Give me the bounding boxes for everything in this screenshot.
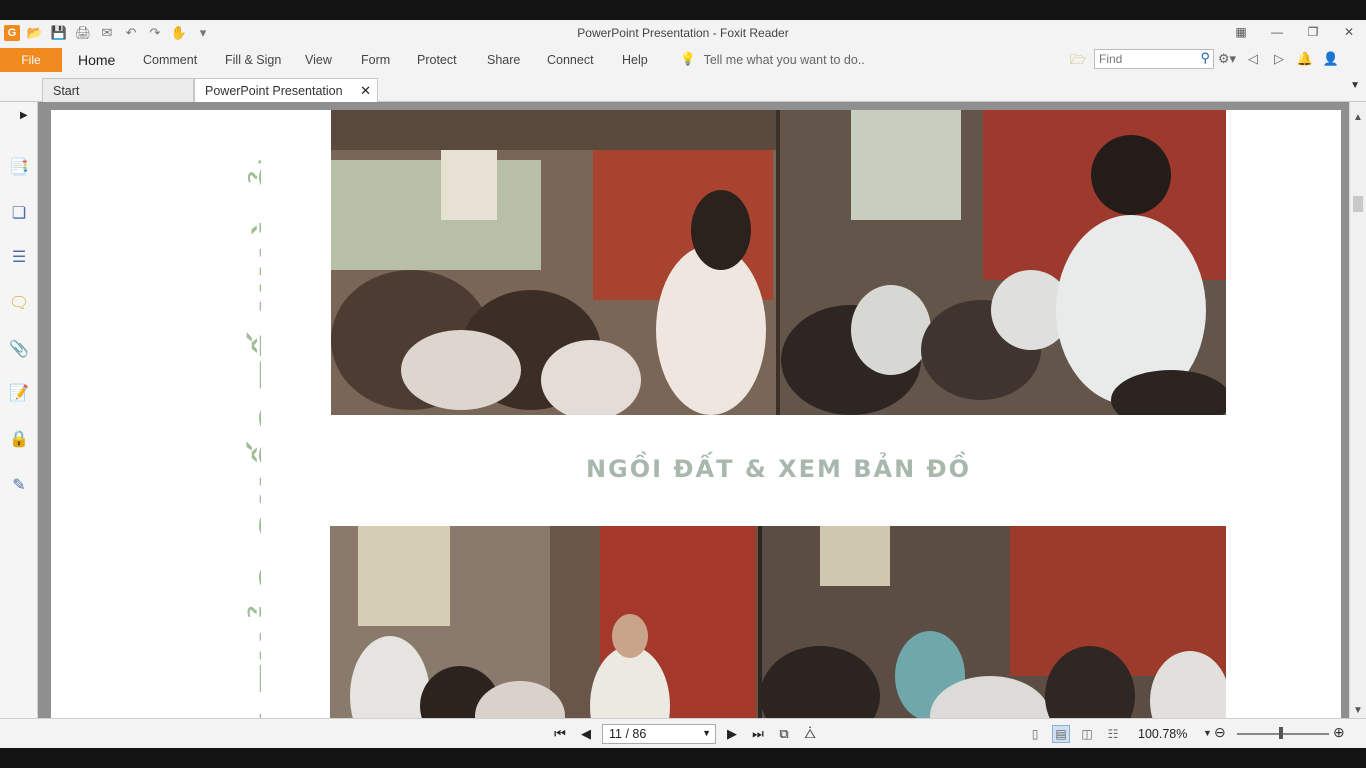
lightbulb-icon: 💡: [680, 52, 696, 66]
comments-icon[interactable]: 🗨: [8, 292, 30, 314]
tab-start-label: Start: [53, 84, 80, 98]
menu-share[interactable]: Share: [487, 53, 520, 67]
tell-me-text: Tell me what you want to do..: [703, 52, 865, 67]
vertical-page-title: I THẢO QUỐC TẾ NHÀ Ở: [201, 150, 261, 718]
continuous-page-icon[interactable]: ▤: [1052, 725, 1070, 743]
zoom-dropdown-icon[interactable]: ▼: [1203, 728, 1212, 738]
vertical-scrollbar[interactable]: ▲ ▼: [1349, 102, 1366, 718]
zoom-level[interactable]: 100.78%: [1138, 727, 1187, 741]
previous-view-page-icon[interactable]: ⧉: [774, 724, 794, 744]
photo-caption: NGỒI ĐẤT & XEM BẢN ĐỒ: [585, 455, 972, 483]
photo-group-map: [330, 526, 1226, 718]
title-bar: G 📂 💾 🖨 ✉ ↶ ↷ ✋ ▾ PowerPoint Presentatio…: [0, 20, 1366, 46]
find-placeholder: Find: [1099, 52, 1123, 66]
settings-gear-icon[interactable]: ⚙▾: [1218, 50, 1236, 68]
photo-group-sitting-image: [331, 110, 1226, 415]
page-navigation: ⏮ ◀ 11 / 86 ▼ ▶ ⏭ ⧉ ⧊: [550, 724, 820, 744]
vertical-title-text: I THẢO QUỐC TẾ NHÀ Ở: [253, 157, 261, 718]
tell-me-box[interactable]: 💡 Tell me what you want to do..: [680, 52, 865, 67]
menu-form[interactable]: Form: [361, 53, 390, 67]
right-toolbar: ⚙▾ ◁ ▷ 🔔 👤: [1218, 50, 1340, 68]
window-controls: ▦ — ❐ ✕: [1232, 23, 1358, 41]
scrollbar-thumb[interactable]: [1353, 196, 1363, 212]
previous-page-icon[interactable]: ◀: [576, 724, 596, 744]
screen-top-bar: [0, 0, 1366, 20]
zoom-in-icon[interactable]: ⊕: [1333, 724, 1345, 741]
bookmark-panel-icon[interactable]: 📑: [8, 156, 30, 178]
pdf-page: I THẢO QUỐC TẾ NHÀ Ở: [51, 110, 1341, 718]
tab-powerpoint-presentation[interactable]: PowerPoint Presentation ✕: [194, 78, 378, 102]
foxit-reader-window: G 📂 💾 🖨 ✉ ↶ ↷ ✋ ▾ PowerPoint Presentatio…: [0, 0, 1366, 768]
tab-start[interactable]: Start: [42, 78, 194, 102]
find-folder-icon[interactable]: 🗁: [1070, 51, 1088, 67]
security-lock-icon[interactable]: 🔒: [8, 428, 30, 450]
layout-icon[interactable]: ▦: [1232, 23, 1250, 41]
photo-group-map-image: [330, 526, 1226, 718]
menu-help[interactable]: Help: [622, 53, 648, 67]
search-icon[interactable]: ⚲: [1200, 50, 1210, 66]
navigation-sidebar: ▶ 📑 ❏ ☰ 🗨 📎 📝 🔒 ✎: [0, 102, 38, 718]
menu-fill-sign[interactable]: Fill & Sign: [225, 53, 281, 67]
continuous-facing-icon[interactable]: ☷: [1104, 725, 1122, 743]
close-icon[interactable]: ✕: [1340, 23, 1358, 41]
find-input[interactable]: Find ⚲: [1094, 49, 1214, 69]
last-page-icon[interactable]: ⏭: [748, 724, 768, 744]
tab-document-label: PowerPoint Presentation: [205, 84, 343, 98]
previous-view-icon[interactable]: ◁: [1244, 50, 1262, 68]
page-view-modes: ▯ ▤ ◫ ☷: [1026, 725, 1122, 743]
page-dropdown-icon[interactable]: ▼: [702, 728, 711, 738]
scroll-up-arrow-icon[interactable]: ▲: [1353, 112, 1363, 123]
expand-panel-icon[interactable]: ▶: [20, 110, 28, 121]
ribbon-menu: File Home Comment Fill & Sign View Form …: [0, 46, 1366, 74]
content-tool-icon[interactable]: ✎: [8, 474, 30, 496]
restore-icon[interactable]: ❐: [1304, 23, 1322, 41]
scroll-down-arrow-icon[interactable]: ▼: [1353, 705, 1363, 716]
menu-home[interactable]: Home: [78, 52, 115, 68]
zoom-slider-track[interactable]: [1237, 733, 1329, 735]
single-page-icon[interactable]: ▯: [1026, 725, 1044, 743]
screen-bottom-bar: [0, 748, 1366, 768]
notification-bell-icon[interactable]: 🔔: [1296, 50, 1314, 68]
status-bar: ⏮ ◀ 11 / 86 ▼ ▶ ⏭ ⧉ ⧊ ▯ ▤ ◫ ☷ 100.78% ▼ …: [0, 718, 1366, 748]
menu-comment[interactable]: Comment: [143, 53, 197, 67]
facing-page-icon[interactable]: ◫: [1078, 725, 1096, 743]
close-tab-icon[interactable]: ✕: [360, 83, 371, 99]
file-menu-button[interactable]: File: [0, 48, 62, 72]
document-viewport[interactable]: I THẢO QUỐC TẾ NHÀ Ở: [38, 102, 1349, 718]
zoom-slider-thumb[interactable]: [1279, 727, 1283, 739]
next-page-icon[interactable]: ▶: [722, 724, 742, 744]
document-tab-bar: Start PowerPoint Presentation ✕ ▼: [0, 74, 1366, 102]
zoom-out-icon[interactable]: ⊖: [1214, 724, 1226, 741]
layers-icon[interactable]: ☰: [8, 246, 30, 268]
user-account-icon[interactable]: 👤: [1322, 50, 1340, 68]
attachments-icon[interactable]: 📎: [8, 338, 30, 360]
page-indicator-text: 11 / 86: [609, 727, 647, 741]
page-number-input[interactable]: 11 / 86 ▼: [602, 724, 716, 744]
window-title: PowerPoint Presentation - Foxit Reader: [577, 26, 789, 40]
menu-protect[interactable]: Protect: [417, 53, 457, 67]
tab-list-dropdown-icon[interactable]: ▼: [1350, 80, 1360, 91]
menu-connect[interactable]: Connect: [547, 53, 594, 67]
signatures-icon[interactable]: 📝: [8, 382, 30, 404]
page-thumbnails-icon[interactable]: ❏: [8, 202, 30, 224]
next-view-icon[interactable]: ▷: [1270, 50, 1288, 68]
menu-view[interactable]: View: [305, 53, 332, 67]
next-view-page-icon[interactable]: ⧊: [800, 724, 820, 744]
photo-group-sitting: [331, 110, 1226, 415]
minimize-icon[interactable]: —: [1268, 23, 1286, 41]
first-page-icon[interactable]: ⏮: [550, 724, 570, 744]
